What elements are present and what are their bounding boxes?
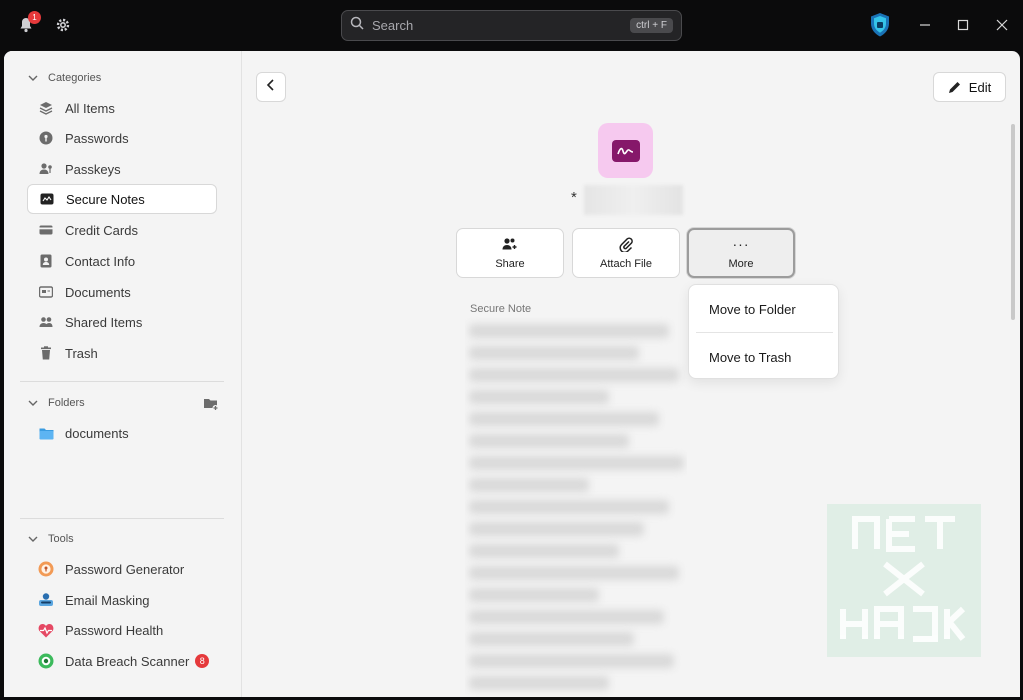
folders-header[interactable]: Folders [28,397,85,409]
search-icon [350,16,364,35]
credit-card-icon [38,222,54,238]
menu-divider [696,332,833,333]
pencil-icon [948,81,961,94]
sidebar-item-contact-info[interactable]: Contact Info [27,246,217,276]
sidebar-item-label: Passkeys [65,161,121,177]
sidebar-item-label: Email Masking [65,592,150,608]
sidebar-item-trash[interactable]: Trash [27,338,217,368]
share-button[interactable]: Share [456,228,564,278]
sidebar-item-label: Trash [65,345,98,361]
paperclip-icon [619,236,633,252]
sidebar-item-label: Password Generator [65,561,185,577]
sidebar-item-label: Data Breach Scanner [65,653,190,669]
key-icon [38,130,54,146]
ellipsis-icon: ··· [732,236,750,252]
sidebar-item-label: All Items [65,100,115,116]
sidebar-item-password-health[interactable]: Password Health [27,615,217,645]
edit-label: Edit [968,79,992,95]
back-button[interactable] [256,72,286,102]
chevron-left-icon [266,78,276,96]
layers-icon [38,100,54,116]
title-bar: 1 Search ctrl + F [0,0,1023,51]
sidebar-item-label: Documents [65,284,131,300]
chevron-down-icon [28,398,38,408]
note-icon [39,191,55,207]
tools-label: Tools [48,533,74,545]
health-icon [38,622,54,638]
sidebar-item-password-generator[interactable]: Password Generator [27,554,217,584]
sidebar-item-data-breach-scanner[interactable]: Data Breach Scanner 8 [27,646,217,676]
contact-icon [38,253,54,269]
sidebar-item-label: Password Health [65,622,164,638]
required-asterisk: * [571,189,577,206]
attach-file-button[interactable]: Attach File [572,228,680,278]
minimize-icon[interactable] [916,16,934,34]
document-icon [38,284,54,300]
menu-item-move-to-trash[interactable]: Move to Trash [709,350,791,365]
sidebar-item-email-masking[interactable]: Email Masking [27,585,217,615]
sidebar-item-folder-documents[interactable]: documents [27,418,217,448]
search-bar[interactable]: Search ctrl + F [341,10,682,41]
mask-icon [38,592,54,608]
sidebar-item-label: Shared Items [65,314,143,330]
scanner-icon [38,653,54,669]
more-dropdown-menu: Move to Folder Move to Trash [688,284,839,379]
search-placeholder: Search [372,18,414,33]
sidebar-item-documents[interactable]: Documents [27,277,217,307]
people-icon [38,314,54,330]
tools-header[interactable]: Tools [28,533,74,545]
more-label: More [728,258,754,270]
secure-note-field-label: Secure Note [470,303,532,315]
close-icon[interactable] [993,16,1011,34]
sidebar-item-label: Credit Cards [65,222,138,238]
content-scrollbar[interactable] [1011,124,1015,320]
maximize-icon[interactable] [954,16,972,34]
folders-label: Folders [48,397,85,409]
trash-icon [38,345,54,361]
sidebar-item-label: documents [65,425,129,441]
secure-note-content-redacted [465,316,687,697]
chevron-down-icon [28,73,38,83]
account-shield-icon[interactable] [868,12,892,38]
share-label: Share [495,258,525,270]
sidebar-item-all-items[interactable]: All Items [27,93,217,123]
edit-button[interactable]: Edit [933,72,1006,102]
settings-gear-icon[interactable] [52,14,74,36]
sidebar-item-label: Contact Info [65,253,136,269]
sidebar-divider [20,518,224,519]
sidebar: Categories All Items Passwords Passkeys … [4,51,242,697]
item-title-redacted [584,185,683,215]
generator-icon [38,561,54,577]
categories-label: Categories [48,72,102,84]
add-folder-icon[interactable] [203,396,219,412]
menu-item-move-to-folder[interactable]: Move to Folder [709,302,796,317]
chevron-down-icon [28,534,38,544]
categories-header[interactable]: Categories [28,72,101,84]
sidebar-divider [20,381,224,382]
sidebar-item-passwords[interactable]: Passwords [27,123,217,153]
secure-note-item-icon [598,123,653,178]
sidebar-item-credit-cards[interactable]: Credit Cards [27,215,217,245]
item-detail-pane: Edit * Share Attach File ··· More Secure… [243,51,1020,697]
app-window: Categories All Items Passwords Passkeys … [4,51,1020,697]
sidebar-item-passkeys[interactable]: Passkeys [27,154,217,184]
more-button[interactable]: ··· More [687,228,795,278]
sidebar-item-secure-notes[interactable]: Secure Notes [27,184,217,214]
sidebar-item-label: Passwords [65,130,129,146]
share-people-icon [502,236,518,252]
sidebar-item-label: Secure Notes [66,191,145,207]
notification-badge: 1 [28,11,41,24]
attach-file-label: Attach File [600,258,652,270]
sidebar-item-shared-items[interactable]: Shared Items [27,307,217,337]
search-shortcut-hint: ctrl + F [630,18,673,33]
breach-count-badge: 8 [195,654,210,668]
passkey-icon [38,161,54,177]
watermark-logo [827,504,981,657]
folder-icon [38,425,54,441]
